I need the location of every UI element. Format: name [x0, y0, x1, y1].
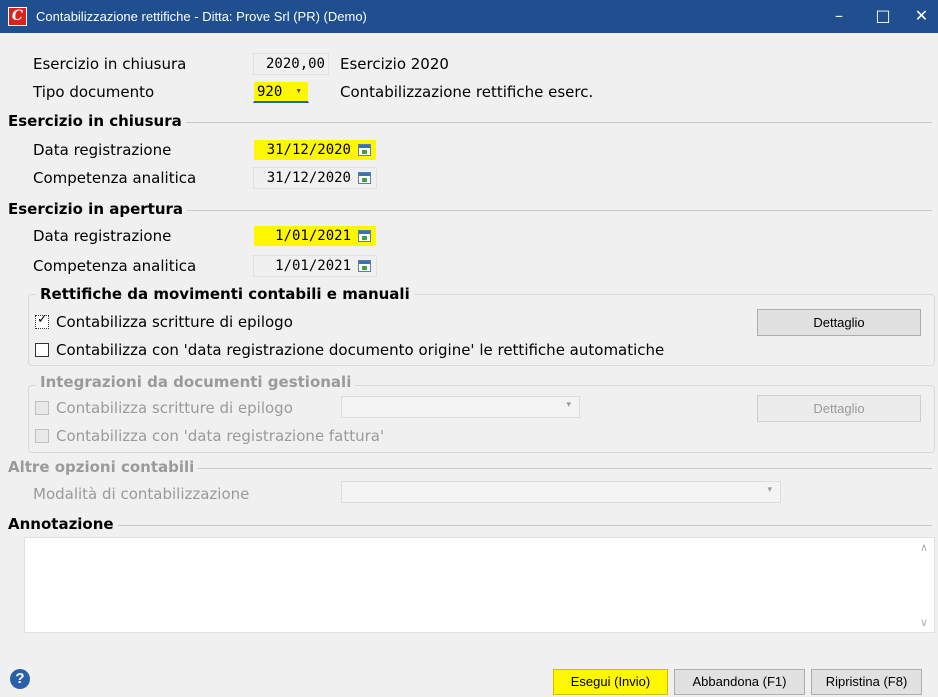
chevron-down-icon: ▾	[566, 400, 571, 410]
esercizio-field[interactable]: 2020,00	[253, 53, 329, 75]
chiusura-group-title: Esercizio in chiusura	[8, 112, 186, 130]
chiusura-competenza-label: Competenza analitica	[33, 169, 197, 187]
integrazioni-epilogo-label: Contabilizza scritture di epilogo	[56, 399, 293, 417]
rettifiche-epilogo-label: Contabilizza scritture di epilogo	[56, 313, 293, 331]
esegui-button[interactable]: Esegui (Invio)	[553, 669, 668, 695]
apertura-group-title: Esercizio in apertura	[8, 200, 188, 218]
tipo-documento-value: 920	[257, 84, 283, 100]
window-title: Contabilizzazione rettifiche - Ditta: Pr…	[36, 9, 367, 24]
chiusura-competenza-field[interactable]: 31/12/2020	[253, 167, 377, 189]
apertura-data-registrazione-value: 1/01/2021	[275, 228, 351, 244]
altre-group-title: Altre opzioni contabili	[8, 458, 199, 476]
chiusura-data-registrazione-label: Data registrazione	[33, 141, 172, 159]
apertura-competenza-value: 1/01/2021	[275, 258, 351, 274]
calendar-icon[interactable]	[358, 230, 371, 242]
abbandona-button[interactable]: Abbandona (F1)	[674, 669, 805, 695]
rettifiche-data-origine-label: Contabilizza con 'data registrazione doc…	[56, 341, 665, 359]
rettifiche-group-title: Rettifiche da movimenti contabili e manu…	[36, 285, 414, 303]
check-icon: ✓	[37, 312, 48, 327]
esercizio-value: 2020,00	[265, 56, 325, 72]
calendar-icon[interactable]	[358, 144, 371, 156]
apertura-data-registrazione-label: Data registrazione	[33, 227, 172, 245]
calendar-icon[interactable]	[358, 260, 371, 272]
annotazione-group-title: Annotazione	[8, 515, 118, 533]
chiusura-competenza-value: 31/12/2020	[266, 170, 351, 186]
tipo-documento-description: Contabilizzazione rettifiche eserc.	[340, 83, 594, 101]
app-logo-icon: C	[8, 7, 27, 26]
scroll-up-icon[interactable]: ∧	[920, 541, 928, 554]
maximize-button[interactable]: □	[861, 0, 905, 33]
apertura-competenza-label: Competenza analitica	[33, 257, 197, 275]
chevron-down-icon: ▾	[767, 485, 772, 495]
divider	[8, 525, 932, 526]
apertura-competenza-field[interactable]: 1/01/2021	[253, 255, 377, 277]
integrazioni-dettaglio-button[interactable]: Dettaglio	[757, 395, 921, 422]
minimize-button[interactable]: –	[817, 0, 861, 33]
esercizio-description: Esercizio 2020	[340, 55, 449, 73]
chevron-down-icon[interactable]: ▾	[295, 81, 302, 101]
annotazione-textarea[interactable]: ∧ ∨	[24, 537, 935, 633]
calendar-icon[interactable]	[358, 172, 371, 184]
chiusura-data-registrazione-value: 31/12/2020	[266, 142, 351, 158]
scroll-down-icon[interactable]: ∨	[920, 616, 928, 629]
tipo-documento-select[interactable]: 920 ▾	[253, 81, 309, 103]
rettifiche-data-origine-checkbox[interactable]	[35, 343, 49, 357]
integrazioni-data-fattura-label: Contabilizza con 'data registrazione fat…	[56, 427, 385, 445]
help-icon[interactable]: ?	[10, 669, 30, 689]
ripristina-button[interactable]: Ripristina (F8)	[811, 669, 922, 695]
integrazioni-epilogo-checkbox[interactable]	[35, 401, 49, 415]
apertura-data-registrazione-field[interactable]: 1/01/2021	[253, 225, 377, 247]
title-bar: C Contabilizzazione rettifiche - Ditta: …	[0, 0, 938, 33]
rettifiche-epilogo-checkbox[interactable]: ✓	[35, 312, 49, 329]
integrazioni-combo[interactable]: ▾	[341, 396, 580, 418]
integrazioni-group-title: Integrazioni da documenti gestionali	[36, 373, 356, 391]
integrazioni-data-fattura-checkbox[interactable]	[35, 429, 49, 443]
modalita-label: Modalità di contabilizzazione	[33, 485, 250, 503]
chiusura-data-registrazione-field[interactable]: 31/12/2020	[253, 139, 377, 161]
modalita-combo[interactable]: ▾	[341, 481, 781, 503]
close-button[interactable]: ✕	[905, 0, 938, 33]
esercizio-label: Esercizio in chiusura	[33, 55, 187, 73]
tipo-documento-label: Tipo documento	[33, 83, 155, 101]
rettifiche-dettaglio-button[interactable]: Dettaglio	[757, 309, 921, 336]
